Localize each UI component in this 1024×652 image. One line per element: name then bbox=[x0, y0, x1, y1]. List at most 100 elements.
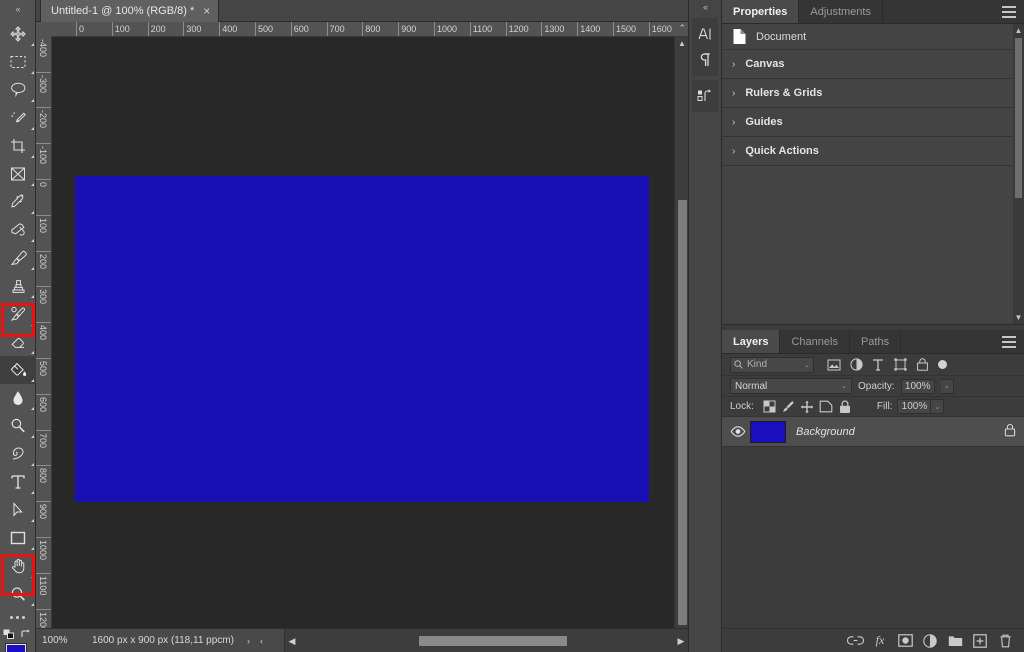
layers-panel-menu-icon[interactable] bbox=[1002, 336, 1016, 348]
tool-healing-brush-tool[interactable] bbox=[0, 216, 36, 244]
tab-adjustments[interactable]: Adjustments bbox=[799, 0, 883, 23]
search-icon bbox=[734, 360, 743, 369]
lock-all-icon[interactable] bbox=[836, 398, 855, 416]
properties-section-label: Rulers & Grids bbox=[745, 87, 823, 99]
tool-eraser-tool[interactable] bbox=[0, 328, 36, 356]
edit-toolbar-button[interactable] bbox=[0, 608, 35, 626]
properties-section-rulers-grids[interactable]: › Rulers & Grids bbox=[722, 79, 1024, 108]
tool-dodge-tool[interactable] bbox=[0, 412, 36, 440]
tab-paths[interactable]: Paths bbox=[850, 330, 902, 353]
zoom-level[interactable]: 100% bbox=[36, 635, 92, 646]
tool-rectangular-marquee-tool[interactable] bbox=[0, 48, 36, 76]
layer-style-fx-icon[interactable]: fx bbox=[869, 630, 891, 652]
lock-artboard-nesting-icon[interactable] bbox=[817, 398, 836, 416]
vertical-scroll-thumb[interactable] bbox=[678, 200, 687, 625]
layer-kind-filter-select[interactable]: Kind ⌄ bbox=[730, 356, 814, 373]
canvas-viewport[interactable]: ▲ bbox=[52, 37, 688, 628]
properties-panel-menu-icon[interactable] bbox=[1002, 6, 1016, 18]
lock-transparent-pixels-icon[interactable] bbox=[760, 398, 779, 416]
tab-layers[interactable]: Layers bbox=[722, 330, 781, 353]
vertical-ruler[interactable]: -400 -300 -200 -100 0 100 200 300 400 500 600 700 80… bbox=[36, 37, 52, 628]
tool-clone-stamp-tool[interactable] bbox=[0, 272, 36, 300]
layer-visibility-eye-icon[interactable] bbox=[726, 426, 750, 437]
layer-thumbnail[interactable] bbox=[750, 420, 786, 443]
ruler-tick-label: 1400 bbox=[580, 24, 601, 34]
tool-quick-selection-tool[interactable] bbox=[0, 104, 36, 132]
filter-adjustment-layers-icon[interactable] bbox=[845, 355, 867, 375]
scroll-down-icon[interactable]: ▼ bbox=[1013, 311, 1024, 324]
tool-paint-bucket-tool[interactable] bbox=[0, 356, 36, 384]
properties-section-guides[interactable]: › Guides bbox=[722, 108, 1024, 137]
properties-section-quick-actions[interactable]: › Quick Actions bbox=[722, 137, 1024, 166]
tab-channels[interactable]: Channels bbox=[780, 330, 850, 353]
document-tab-bar: Untitled-1 @ 100% (RGB/8) * × bbox=[36, 0, 688, 22]
tool-hand-tool[interactable] bbox=[0, 552, 36, 580]
tool-pen-tool[interactable] bbox=[0, 440, 36, 468]
blend-mode-select[interactable]: Normal ⌄ bbox=[730, 378, 852, 394]
filter-pixel-layers-icon[interactable] bbox=[823, 355, 845, 375]
properties-scrollbar[interactable]: ▲ ▼ bbox=[1013, 24, 1024, 324]
tool-flyout-corner bbox=[31, 43, 34, 46]
tool-flyout-corner bbox=[31, 155, 34, 158]
canvas-vertical-scrollbar[interactable]: ▲ bbox=[674, 37, 688, 628]
history-actions-panel-icon[interactable] bbox=[692, 83, 718, 109]
canvas-artboard[interactable] bbox=[75, 176, 649, 502]
scroll-right-icon[interactable]: ▶ bbox=[674, 629, 688, 652]
new-layer-icon[interactable] bbox=[969, 630, 991, 652]
horizontal-scroll-thumb[interactable] bbox=[419, 636, 567, 646]
tool-brush-tool[interactable] bbox=[0, 244, 36, 272]
toolbar-collapse-button[interactable]: « bbox=[0, 0, 35, 18]
fill-stepper-icon[interactable]: ⌄ bbox=[931, 399, 945, 414]
filter-shape-layers-icon[interactable] bbox=[889, 355, 911, 375]
opacity-input[interactable]: 100% bbox=[900, 378, 935, 394]
ruler-tick-label: 1200 bbox=[38, 611, 48, 628]
tool-zoom-tool[interactable] bbox=[0, 580, 36, 608]
ruler-tick bbox=[36, 393, 51, 395]
filter-smart-object-layers-icon[interactable] bbox=[911, 355, 933, 375]
new-adjustment-layer-icon[interactable] bbox=[919, 630, 941, 652]
ruler-tick-label: 1600 bbox=[651, 24, 672, 34]
document-tab[interactable]: Untitled-1 @ 100% (RGB/8) * × bbox=[40, 0, 220, 22]
tool-frame-tool[interactable] bbox=[0, 160, 36, 188]
tool-rectangle-tool[interactable] bbox=[0, 524, 36, 552]
ruler-tick bbox=[36, 286, 51, 288]
new-group-icon[interactable] bbox=[944, 630, 966, 652]
foreground-color-swatch[interactable] bbox=[5, 643, 27, 652]
tool-path-selection-tool[interactable] bbox=[0, 496, 36, 524]
tool-move-tool[interactable] bbox=[0, 20, 36, 48]
character-panel-icon[interactable] bbox=[692, 21, 718, 47]
lock-image-pixels-icon[interactable] bbox=[779, 398, 798, 416]
properties-scroll-thumb[interactable] bbox=[1015, 38, 1022, 198]
tool-type-tool[interactable] bbox=[0, 468, 36, 496]
lock-position-icon[interactable] bbox=[798, 398, 817, 416]
dock-collapse-button[interactable]: « bbox=[689, 0, 721, 14]
filter-type-layers-icon[interactable] bbox=[867, 355, 889, 375]
tab-properties[interactable]: Properties bbox=[722, 0, 800, 23]
opacity-stepper-icon[interactable]: ⌄ bbox=[940, 378, 954, 394]
status-prev-icon[interactable]: ‹ bbox=[255, 636, 268, 646]
tool-lasso-tool[interactable] bbox=[0, 76, 36, 104]
scroll-up-icon[interactable]: ▲ bbox=[675, 37, 688, 49]
layer-locked-icon[interactable] bbox=[1004, 423, 1016, 440]
link-layers-icon[interactable] bbox=[844, 630, 866, 652]
tool-eyedropper-tool[interactable] bbox=[0, 188, 36, 216]
canvas-horizontal-scrollbar[interactable]: ◀ ▶ bbox=[284, 629, 688, 652]
tool-gradient-tool[interactable] bbox=[0, 384, 36, 412]
add-layer-mask-icon[interactable] bbox=[894, 630, 916, 652]
layer-row-background[interactable]: Background bbox=[722, 417, 1024, 447]
properties-section-canvas[interactable]: › Canvas bbox=[722, 50, 1024, 79]
status-next-icon[interactable]: › bbox=[242, 636, 255, 646]
tool-crop-tool[interactable] bbox=[0, 132, 36, 160]
close-icon[interactable]: × bbox=[203, 5, 210, 17]
layer-kind-filter-value: Kind bbox=[747, 359, 768, 370]
color-swatches[interactable] bbox=[0, 642, 36, 652]
delete-layer-icon[interactable] bbox=[994, 630, 1016, 652]
scroll-left-icon[interactable]: ◀ bbox=[285, 629, 299, 652]
horizontal-ruler[interactable]: ⌃ 0 100 200 300 400 500 600 700 800 900 1000 1100 12… bbox=[52, 22, 688, 37]
layer-filter-toggle[interactable] bbox=[938, 360, 947, 369]
tool-flyout-corner bbox=[31, 211, 34, 214]
tool-history-brush-tool[interactable] bbox=[0, 300, 36, 328]
fill-input[interactable]: 100% bbox=[897, 399, 932, 414]
scroll-up-icon[interactable]: ▲ bbox=[1013, 24, 1024, 37]
paragraph-panel-icon[interactable] bbox=[692, 47, 718, 73]
